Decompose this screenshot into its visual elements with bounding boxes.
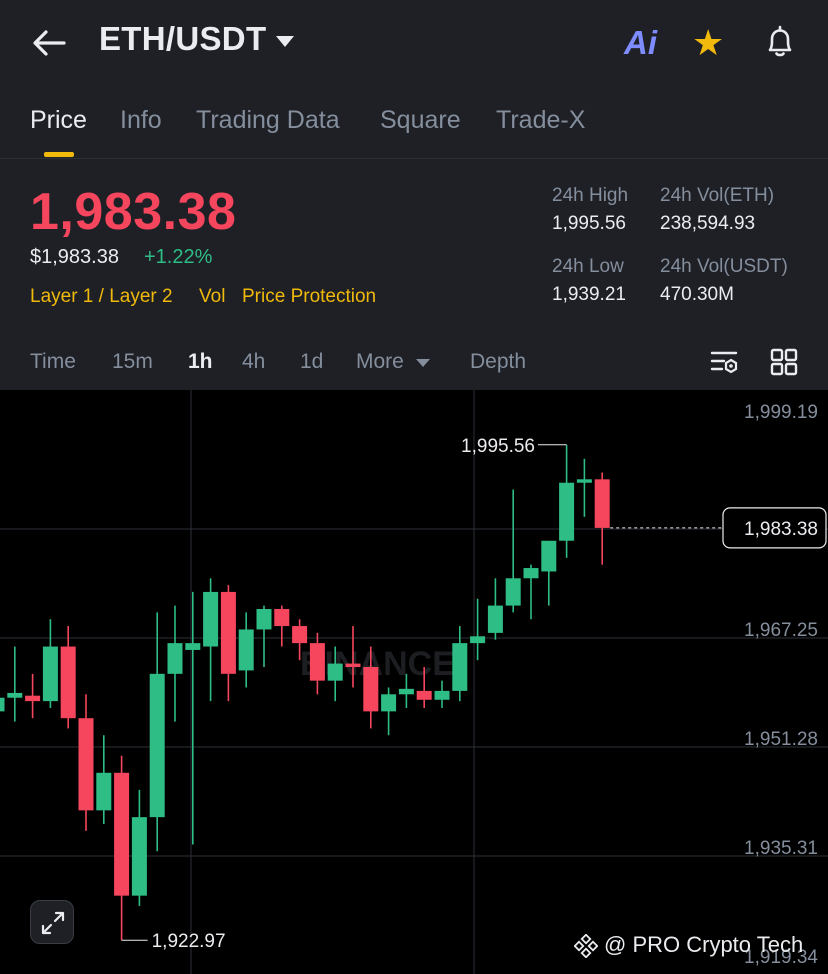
interval-1h[interactable]: 1h bbox=[188, 350, 213, 374]
interval-depth[interactable]: Depth bbox=[470, 350, 526, 374]
y-tick-label: 1,999.19 bbox=[744, 402, 818, 423]
candle-body bbox=[309, 643, 325, 681]
back-arrow-icon[interactable] bbox=[30, 26, 68, 60]
candle-body bbox=[131, 817, 147, 896]
candle-body bbox=[576, 479, 592, 483]
last-price: 1,983.38 bbox=[30, 183, 237, 241]
caret-down-icon[interactable] bbox=[276, 36, 294, 47]
candle-body bbox=[220, 591, 236, 674]
candle-body bbox=[78, 718, 94, 811]
candle-body bbox=[416, 690, 432, 700]
candle-body bbox=[594, 479, 610, 528]
tag-layer[interactable]: Layer 1 / Layer 2 bbox=[30, 286, 173, 308]
low-label: 24h Low bbox=[552, 256, 624, 277]
chart-canvas[interactable]: BINANCE1,999.191,983.221,967.251,951.281… bbox=[0, 390, 828, 974]
tag-vol[interactable]: Vol bbox=[199, 286, 225, 308]
bell-icon[interactable] bbox=[762, 24, 798, 60]
high-marker-label: 1,995.56 bbox=[461, 436, 535, 457]
tab-trading-data[interactable]: Trading Data bbox=[196, 106, 340, 135]
current-price-label: 1,983.38 bbox=[744, 519, 818, 540]
caret-down-icon[interactable] bbox=[416, 359, 430, 367]
active-tab-indicator bbox=[44, 152, 74, 157]
candle-body bbox=[167, 643, 183, 674]
candle-body bbox=[470, 636, 486, 644]
tab-price[interactable]: Price bbox=[30, 106, 87, 135]
vol-base-label: 24h Vol(ETH) bbox=[660, 185, 775, 206]
tab-square[interactable]: Square bbox=[380, 106, 461, 135]
candle-body bbox=[434, 690, 450, 700]
candle-body bbox=[96, 772, 112, 811]
low-marker-label: 1,922.97 bbox=[152, 931, 226, 952]
candle-body bbox=[7, 692, 23, 698]
y-tick-label: 1,935.31 bbox=[744, 838, 818, 859]
pair-selector[interactable]: ETH/USDT bbox=[99, 20, 266, 58]
high-label: 24h High bbox=[552, 185, 629, 206]
interval-time[interactable]: Time bbox=[30, 350, 76, 374]
divider bbox=[0, 158, 828, 159]
credit-watermark: @ PRO Crypto Tech bbox=[604, 932, 804, 957]
usd-price: $1,983.38 bbox=[30, 246, 119, 268]
candle-body bbox=[327, 663, 343, 681]
candlestick-chart[interactable]: BINANCE1,999.191,983.221,967.251,951.281… bbox=[0, 390, 828, 974]
tab-trade-x[interactable]: Trade-X bbox=[496, 106, 585, 135]
candle-body bbox=[398, 688, 414, 695]
vol-base-value: 238,594.93 bbox=[660, 213, 756, 234]
expand-icon bbox=[41, 911, 65, 935]
candle-body bbox=[60, 646, 76, 719]
expand-chart-button[interactable] bbox=[30, 900, 74, 944]
candle-body bbox=[42, 646, 58, 702]
candle-body bbox=[559, 482, 575, 541]
candle-body bbox=[149, 673, 165, 818]
candle-body bbox=[487, 605, 503, 633]
candle-body bbox=[523, 568, 539, 579]
candle-body bbox=[203, 591, 219, 647]
candle-body bbox=[541, 540, 557, 572]
vol-quote-label: 24h Vol(USDT) bbox=[660, 256, 788, 277]
candle-body bbox=[238, 629, 254, 671]
candle-body bbox=[256, 608, 272, 630]
candle-body bbox=[363, 667, 379, 712]
y-tick-label: 1,967.25 bbox=[744, 620, 818, 641]
vol-quote-value: 470.30M bbox=[660, 284, 734, 305]
low-value: 1,939.21 bbox=[552, 284, 626, 305]
candle-body bbox=[381, 694, 397, 712]
interval-more[interactable]: More bbox=[356, 350, 404, 374]
candle-body bbox=[292, 626, 308, 644]
top-bar: ETH/USDT Ai ★ bbox=[0, 0, 828, 88]
favorite-star-icon[interactable]: ★ bbox=[692, 24, 724, 62]
candle-body bbox=[345, 663, 361, 668]
interval-1d[interactable]: 1d bbox=[300, 350, 323, 374]
layout-grid-icon[interactable] bbox=[768, 346, 800, 378]
interval-4h[interactable]: 4h bbox=[242, 350, 265, 374]
high-value: 1,995.56 bbox=[552, 213, 626, 234]
ai-icon[interactable]: Ai bbox=[624, 24, 657, 62]
candle-body bbox=[114, 772, 130, 896]
candle-body bbox=[0, 697, 5, 712]
candle-body bbox=[25, 695, 41, 702]
candle-body bbox=[185, 643, 201, 650]
y-tick-label: 1,951.28 bbox=[744, 729, 818, 750]
chart-settings-icon[interactable] bbox=[708, 346, 740, 378]
tag-price-protection[interactable]: Price Protection bbox=[242, 286, 376, 308]
tab-info[interactable]: Info bbox=[120, 106, 162, 135]
candle-body bbox=[505, 578, 521, 606]
change-percent: +1.22% bbox=[144, 246, 213, 268]
binance-logo-icon bbox=[574, 934, 598, 958]
candle-body bbox=[274, 608, 290, 627]
interval-15m[interactable]: 15m bbox=[112, 350, 153, 374]
candle-body bbox=[452, 643, 468, 691]
